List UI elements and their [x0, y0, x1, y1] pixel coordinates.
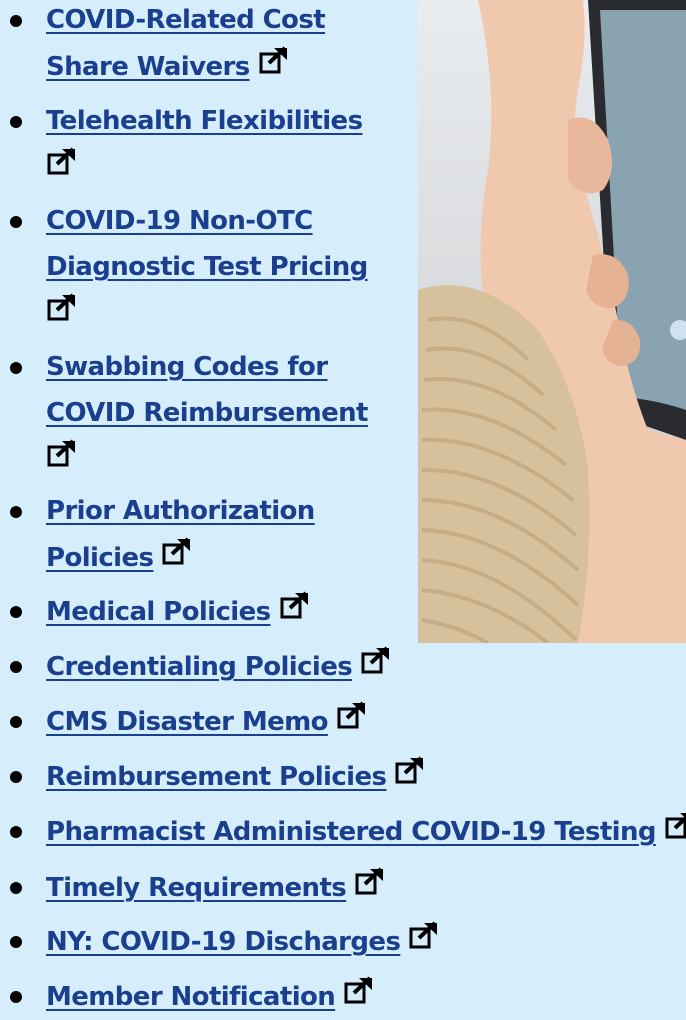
bullet	[10, 506, 22, 518]
bullet	[10, 826, 22, 838]
bullet	[10, 991, 22, 1003]
link-swabbing-codes[interactable]: Swabbing Codes for COVID Reimbursement	[46, 344, 368, 483]
link-label: Swabbing Codes for	[46, 352, 328, 382]
external-link-icon	[336, 700, 368, 732]
external-link-icon	[258, 45, 290, 77]
link-timely-requirements[interactable]: Timely Requirements	[46, 864, 386, 911]
link-credentialing-policies[interactable]: Credentialing Policies	[46, 643, 392, 690]
link-prior-authorization-policies[interactable]: Prior Authorization Policies	[46, 488, 315, 581]
external-link-icon	[161, 536, 193, 568]
link-member-notification[interactable]: Member Notification	[46, 973, 375, 1020]
hero-photo	[418, 0, 686, 643]
external-link-icon	[279, 590, 311, 622]
link-ny-covid-discharges[interactable]: NY: COVID-19 Discharges	[46, 918, 440, 965]
link-label: Prior Authorization	[46, 496, 315, 526]
bullet	[10, 116, 22, 128]
external-link-icon	[408, 920, 440, 952]
bullet	[10, 716, 22, 728]
link-label: Share Waivers	[46, 52, 250, 82]
bullet	[10, 15, 22, 27]
link-telehealth-flexibilities[interactable]: Telehealth Flexibilities	[46, 98, 363, 191]
external-link-icon	[394, 755, 426, 787]
link-label: Telehealth Flexibilities	[46, 106, 363, 136]
bullet	[10, 771, 22, 783]
link-label: Credentialing Policies	[46, 652, 353, 682]
external-link-icon	[46, 292, 78, 324]
external-link-icon	[354, 866, 386, 898]
link-reimbursement-policies[interactable]: Reimbursement Policies	[46, 753, 426, 800]
link-cms-disaster-memo[interactable]: CMS Disaster Memo	[46, 698, 368, 745]
bullet	[10, 216, 22, 228]
link-label: COVID-Related Cost	[46, 5, 326, 35]
bullet	[10, 661, 22, 673]
link-label: Diagnostic Test Pricing	[46, 252, 368, 282]
link-label: COVID-19 Non-OTC	[46, 206, 313, 236]
link-pharmacist-covid-testing[interactable]: Pharmacist Administered COVID-19 Testing	[46, 808, 686, 855]
bullet	[10, 362, 22, 374]
link-label: Reimbursement Policies	[46, 762, 387, 792]
link-label: NY: COVID-19 Discharges	[46, 927, 401, 957]
link-label: Medical Policies	[46, 597, 271, 627]
link-covid-cost-share-waivers[interactable]: COVID-Related Cost Share Waivers	[46, 0, 326, 90]
bullet	[10, 936, 22, 948]
link-label: Pharmacist Administered COVID-19 Testing	[46, 817, 656, 847]
link-label: CMS Disaster Memo	[46, 707, 329, 737]
bullet	[10, 606, 22, 618]
link-covid-test-pricing[interactable]: COVID-19 Non-OTC Diagnostic Test Pricing	[46, 198, 368, 337]
bullet	[10, 882, 22, 894]
external-link-icon	[46, 146, 78, 178]
link-label: COVID Reimbursement	[46, 398, 368, 428]
external-link-icon	[46, 438, 78, 470]
link-label: Timely Requirements	[46, 873, 347, 903]
external-link-icon	[360, 645, 392, 677]
external-link-icon	[343, 975, 375, 1007]
external-link-icon	[664, 810, 686, 842]
link-medical-policies[interactable]: Medical Policies	[46, 588, 311, 635]
link-label: Member Notification	[46, 982, 336, 1012]
link-label: Policies	[46, 543, 154, 573]
